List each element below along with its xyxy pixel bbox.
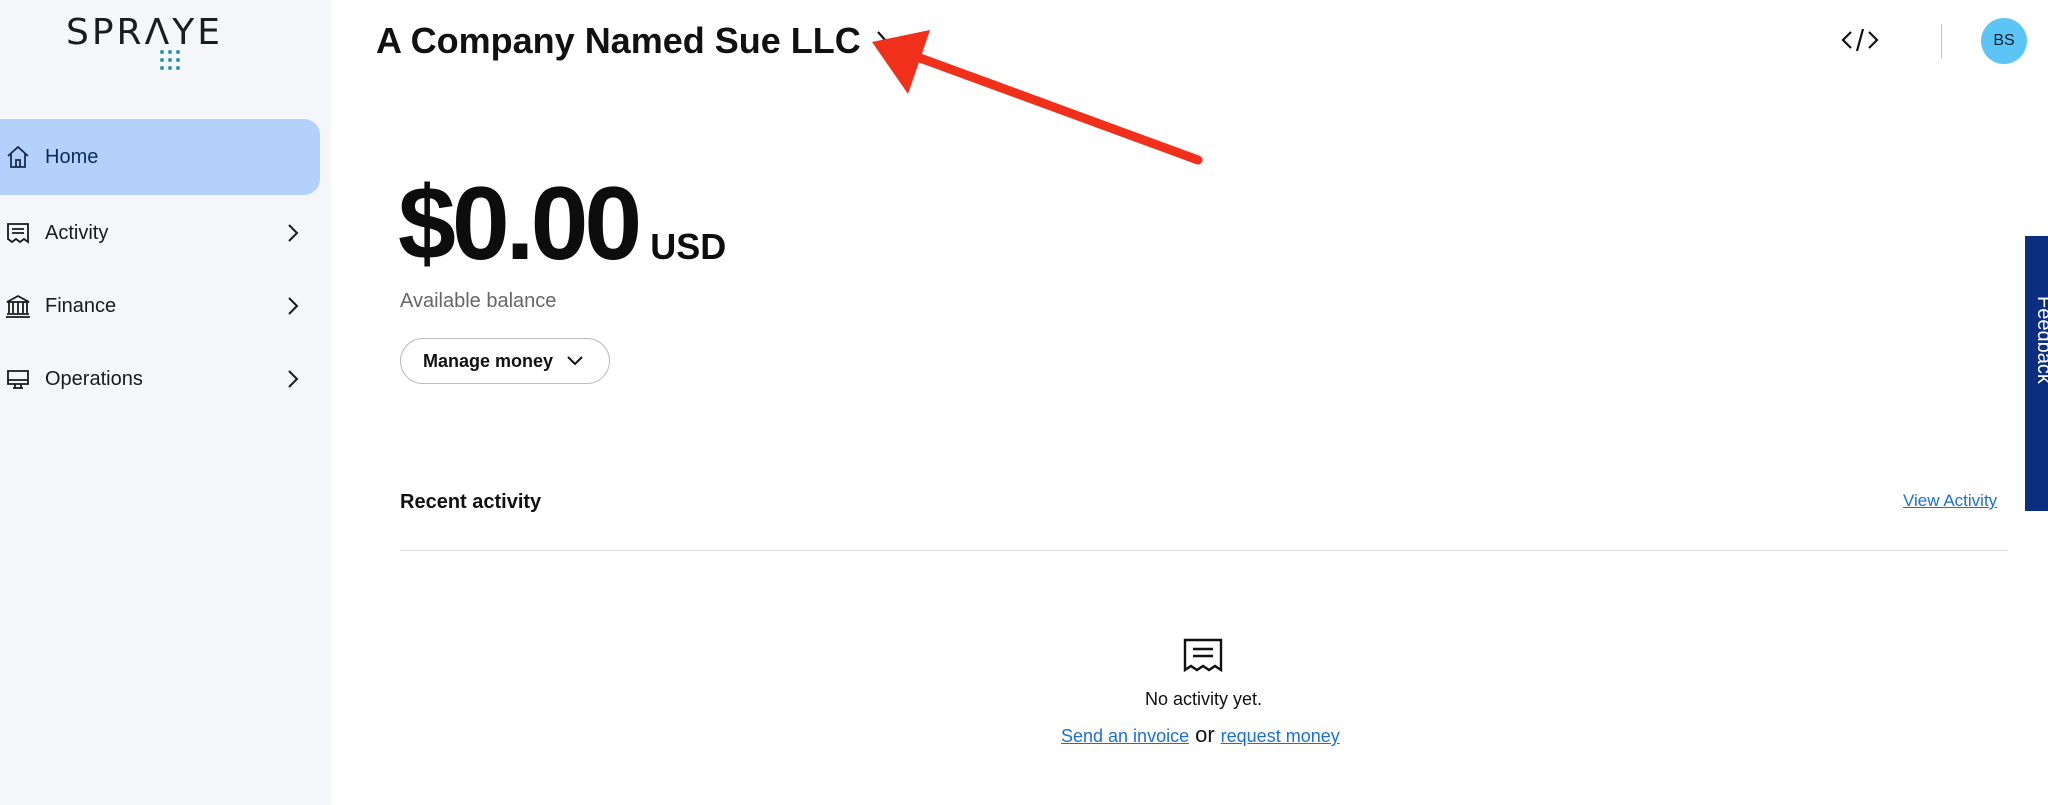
sidebar: SPRΛYE Home Activity Finance Operations <box>0 0 331 805</box>
receipt-icon <box>7 223 29 244</box>
receipt-icon <box>1183 638 1223 672</box>
sidebar-item-label: Home <box>45 145 99 168</box>
balance-currency: USD <box>650 226 727 267</box>
chevron-down-icon <box>567 356 583 366</box>
sidebar-item-operations[interactable]: Operations <box>0 341 320 417</box>
request-money-link[interactable]: request money <box>1221 726 1340 746</box>
sidebar-item-label: Finance <box>45 294 117 317</box>
code-icon[interactable] <box>1840 24 1880 56</box>
sidebar-item-label: Operations <box>45 367 143 390</box>
logo-text: SPRΛYE <box>66 12 223 53</box>
company-name: A Company Named Sue LLC <box>376 20 861 61</box>
annotation-arrow-icon <box>872 30 1203 165</box>
balance-label: Available balance <box>400 290 557 312</box>
brand-logo[interactable]: SPRΛYE <box>66 12 246 80</box>
feedback-label: Feedback <box>2033 296 2048 384</box>
avatar[interactable]: BS <box>1981 18 2027 64</box>
or-text: or <box>1195 722 1215 747</box>
header-divider <box>1941 24 1942 58</box>
recent-activity-title: Recent activity <box>400 491 542 513</box>
chevron-right-icon <box>288 224 299 242</box>
balance-display: $0.00 USD <box>398 165 726 284</box>
sidebar-item-activity[interactable]: Activity <box>0 195 320 271</box>
logo-droplets-icon <box>160 50 180 70</box>
manage-money-button[interactable]: Manage money <box>400 338 610 384</box>
chevron-right-icon <box>288 370 299 388</box>
sidebar-item-finance[interactable]: Finance <box>0 268 320 344</box>
chevron-right-icon <box>288 297 299 315</box>
view-activity-link[interactable]: View Activity <box>1903 491 1997 511</box>
sidebar-nav: Home Activity Finance Operations <box>0 119 320 414</box>
empty-state-actions: Send an invoice or request money <box>1061 722 1340 748</box>
feedback-tab[interactable]: Feedback <box>2025 236 2048 511</box>
monitor-icon <box>7 370 29 389</box>
sidebar-item-label: Activity <box>45 221 109 244</box>
sidebar-item-home[interactable]: Home <box>0 119 320 195</box>
balance-amount: $0.00 <box>398 166 642 282</box>
send-invoice-link[interactable]: Send an invoice <box>1061 726 1189 746</box>
home-icon <box>7 145 29 168</box>
bank-icon <box>6 294 30 318</box>
divider <box>400 550 2008 551</box>
empty-state-text: No activity yet. <box>1145 689 1263 709</box>
manage-money-label: Manage money <box>423 350 554 371</box>
